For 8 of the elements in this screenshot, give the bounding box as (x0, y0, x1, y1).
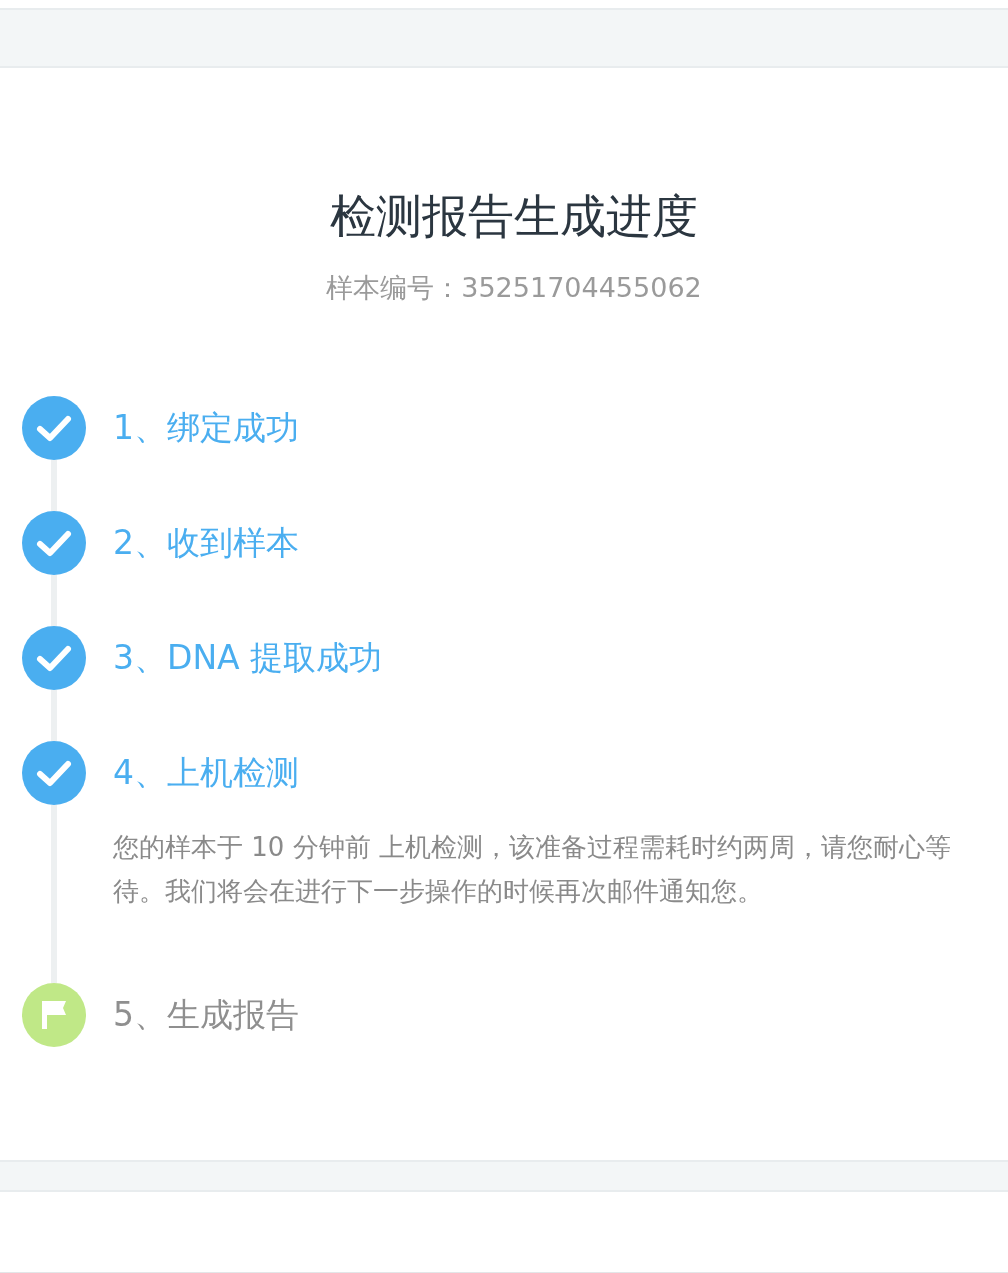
step-label: 1、绑定成功 (113, 407, 300, 449)
step-label: 3、DNA 提取成功 (113, 637, 384, 679)
sample-number: 样本编号：35251704455062 (325, 271, 703, 305)
step-description: 您的样本于 10 分钟前 上机检测，该准备过程需耗时约两周，请您耐心等待。我们将会在进行下一步操作的时候再次邮件通知您。 (113, 831, 952, 908)
step-label: 5、生成报告 (113, 994, 300, 1036)
step-label: 4、上机检测 (113, 752, 300, 794)
page-title: 检测报告生成进度 (329, 188, 699, 244)
step-label: 2、收到样本 (113, 522, 300, 564)
